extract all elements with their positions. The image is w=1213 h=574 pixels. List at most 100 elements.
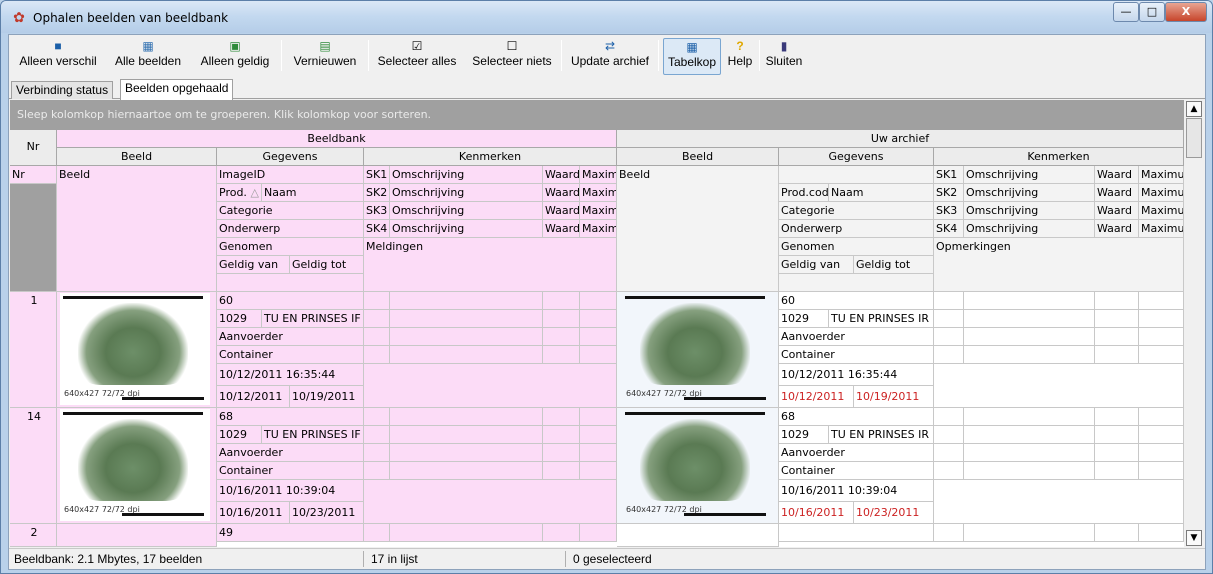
cell-sk-right[interactable] xyxy=(934,346,964,364)
cell-omschrijving-right[interactable] xyxy=(964,524,1095,542)
cell-geldig-tot-right[interactable]: 10/23/2011 xyxy=(854,502,934,524)
cell-prod-right[interactable]: 1029 xyxy=(779,310,829,328)
cell-meldingen[interactable] xyxy=(364,480,617,524)
cell-omschrijving-right[interactable] xyxy=(964,444,1095,462)
cell-waard-right[interactable] xyxy=(1095,524,1139,542)
cell-waard[interactable] xyxy=(543,346,580,364)
cell-maxim-right[interactable] xyxy=(1139,426,1184,444)
cell-naam[interactable]: TU EN PRINSES IF xyxy=(262,426,364,444)
table-row-image-left[interactable]: 640x427 72/72 dpi xyxy=(57,408,217,524)
field-header-sk4-right[interactable]: SK4 xyxy=(934,220,964,238)
field-header-sk1[interactable]: SK1 xyxy=(364,166,390,184)
cell-geldig-tot[interactable]: 10/23/2011 xyxy=(290,502,364,524)
cell-geldig-van-right[interactable]: 10/16/2011 xyxy=(779,502,854,524)
field-header-nr[interactable]: Nr xyxy=(10,166,57,184)
cell-maxim[interactable] xyxy=(580,346,617,364)
field-header-naam-right[interactable]: Naam xyxy=(829,184,934,202)
sluiten-button[interactable]: ▮ Sluiten xyxy=(763,38,805,75)
plant-thumbnail-image[interactable]: 640x427 72/72 dpi xyxy=(60,409,210,521)
field-header-waard-right[interactable]: Waard xyxy=(1095,202,1139,220)
field-header-omschrijving-right[interactable]: Omschrijving xyxy=(964,184,1095,202)
cell-sk[interactable] xyxy=(364,292,390,310)
field-header-omschrijving-right[interactable]: Omschrijving xyxy=(964,220,1095,238)
cell-omschrijving-right[interactable] xyxy=(964,292,1095,310)
cell-maxim-right[interactable] xyxy=(1139,444,1184,462)
cell-sk-right[interactable] xyxy=(934,462,964,480)
column-band-uw-archief[interactable]: Uw archief xyxy=(617,130,1184,148)
cell-maxim-right[interactable] xyxy=(1139,310,1184,328)
cell-sk-right[interactable] xyxy=(934,444,964,462)
help-button[interactable]: ? Help xyxy=(723,38,757,75)
field-header-geldig-van[interactable]: Geldig van xyxy=(217,256,290,274)
column-header-gegevens-left[interactable]: Gegevens xyxy=(217,148,364,166)
cell-omschrijving-right[interactable] xyxy=(964,462,1095,480)
field-header-maxim-right[interactable]: Maximu xyxy=(1139,166,1184,184)
cell-imageid-right[interactable]: 60 xyxy=(779,292,934,310)
column-header-beeld-left[interactable]: Beeld xyxy=(57,148,217,166)
field-header-maxim[interactable]: Maxim xyxy=(580,202,617,220)
selecteer-alles-button[interactable]: ☑ Selecteer alles xyxy=(371,38,463,75)
cell-waard[interactable] xyxy=(543,462,580,480)
column-header-kenmerken-right[interactable]: Kenmerken xyxy=(934,148,1184,166)
cell-sk-right[interactable] xyxy=(934,292,964,310)
field-header-omschrijving[interactable]: Omschrijving xyxy=(390,184,543,202)
field-header-waard-right[interactable]: Waard xyxy=(1095,220,1139,238)
tab-beelden-opgehaald[interactable]: Beelden opgehaald xyxy=(120,79,234,100)
cell-omschrijving[interactable] xyxy=(390,346,543,364)
field-header-geldig-tot[interactable]: Geldig tot xyxy=(290,256,364,274)
cell-imageid[interactable]: 68 xyxy=(217,408,364,426)
field-header-meldingen[interactable]: Meldingen xyxy=(364,238,617,292)
field-header-maxim[interactable]: Maxim xyxy=(580,184,617,202)
cell-waard-right[interactable] xyxy=(1095,408,1139,426)
cell-prod[interactable]: 1029 xyxy=(217,426,262,444)
cell-onderwerp[interactable]: Container xyxy=(217,462,364,480)
cell-maxim[interactable] xyxy=(580,292,617,310)
column-band-nr[interactable]: Nr xyxy=(10,130,57,166)
field-header-onderwerp[interactable]: Onderwerp xyxy=(217,220,364,238)
field-header-waard-right[interactable]: Waard xyxy=(1095,184,1139,202)
field-header-omschrijving[interactable]: Omschrijving xyxy=(390,166,543,184)
plant-thumbnail-image[interactable]: 640x427 72/72 dpi xyxy=(60,293,210,405)
field-header-maxim[interactable]: Maxim xyxy=(580,166,617,184)
plant-thumbnail-image[interactable]: 640x427 72/72 dpi xyxy=(622,409,772,521)
cell-waard[interactable] xyxy=(543,310,580,328)
scroll-up-arrow-icon[interactable]: ▲ xyxy=(1186,101,1202,117)
cell-geldig-van-right[interactable]: 10/12/2011 xyxy=(779,386,854,408)
cell-sk-right[interactable] xyxy=(934,524,964,542)
cell-maxim[interactable] xyxy=(580,426,617,444)
field-header-waard[interactable]: Waard xyxy=(543,202,580,220)
cell-waard-right[interactable] xyxy=(1095,310,1139,328)
cell-waard[interactable] xyxy=(543,444,580,462)
alleen-geldig-button[interactable]: ▣ Alleen geldig xyxy=(191,38,279,75)
cell-maxim-right[interactable] xyxy=(1139,524,1184,542)
cell-opmerkingen[interactable] xyxy=(934,364,1184,408)
cell-omschrijving-right[interactable] xyxy=(964,408,1095,426)
tabelkop-toggle-button[interactable]: ▦ Tabelkop xyxy=(663,38,721,75)
field-header-sk1-right[interactable]: SK1 xyxy=(934,166,964,184)
cell-maxim[interactable] xyxy=(580,444,617,462)
field-header-prod[interactable]: Prod. △ xyxy=(217,184,262,202)
cell-sk-right[interactable] xyxy=(934,408,964,426)
table-row-image-left[interactable] xyxy=(57,524,217,547)
cell-sk-right[interactable] xyxy=(934,426,964,444)
cell-geldig-tot-right[interactable]: 10/19/2011 xyxy=(854,386,934,408)
cell-omschrijving-right[interactable] xyxy=(964,328,1095,346)
cell-genomen[interactable]: 10/16/2011 10:39:04 xyxy=(217,480,364,502)
field-header-categorie-right[interactable]: Categorie xyxy=(779,202,934,220)
cell-imageid[interactable]: 60 xyxy=(217,292,364,310)
table-row-image-left[interactable]: 640x427 72/72 dpi xyxy=(57,292,217,408)
cell-omschrijving-right[interactable] xyxy=(964,426,1095,444)
cell-maxim-right[interactable] xyxy=(1139,292,1184,310)
table-row-image-right[interactable] xyxy=(617,524,779,547)
cell-sk-right[interactable] xyxy=(934,310,964,328)
field-header-opmerkingen[interactable]: Opmerkingen xyxy=(934,238,1184,292)
scroll-thumb[interactable] xyxy=(1186,118,1202,158)
cell-waard-right[interactable] xyxy=(1095,328,1139,346)
plant-thumbnail-image[interactable]: 640x427 72/72 dpi xyxy=(622,293,772,405)
cell-omschrijving-right[interactable] xyxy=(964,346,1095,364)
cell-categorie-right[interactable]: Aanvoerder xyxy=(779,444,934,462)
cell-naam-right[interactable]: TU EN PRINSES IR xyxy=(829,426,934,444)
field-header-beeld-right[interactable]: Beeld xyxy=(617,166,779,292)
cell-waard-right[interactable] xyxy=(1095,346,1139,364)
field-header-sk3-right[interactable]: SK3 xyxy=(934,202,964,220)
